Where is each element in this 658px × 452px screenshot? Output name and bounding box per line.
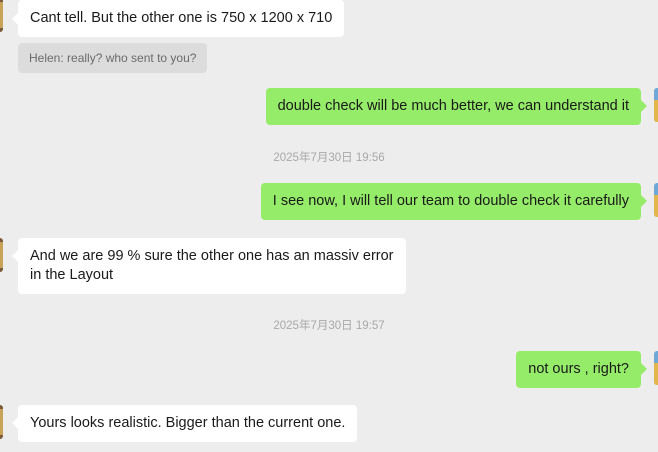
timestamp: 2025年7月30日 19:57	[273, 320, 385, 332]
quoted-message[interactable]: Helen: really? who sent to you?	[18, 43, 208, 73]
timestamp: 2025年7月30日 19:56	[273, 152, 385, 164]
message-bubble-incoming[interactable]: Cant tell. But the other one is 750 x 12…	[18, 0, 345, 37]
bubble-tail	[641, 195, 647, 207]
chat-window: Cant tell. But the other one is 750 x 12…	[0, 0, 658, 452]
contact-avatar-icon[interactable]	[0, 0, 3, 32]
bubble-tail	[641, 100, 647, 112]
message-bubble-outgoing[interactable]: not ours , right?	[516, 351, 641, 388]
message-bubble-incoming[interactable]: And we are 99 % sure the other one has a…	[18, 238, 406, 294]
contact-avatar-icon[interactable]	[0, 405, 3, 439]
message-bubble-outgoing[interactable]: double check will be much better, we can…	[265, 88, 641, 125]
self-avatar-icon[interactable]	[654, 351, 658, 385]
bubble-tail	[641, 363, 647, 375]
message-bubble-outgoing[interactable]: I see now, I will tell our team to doubl…	[260, 183, 641, 220]
contact-avatar-icon[interactable]	[0, 238, 3, 272]
self-avatar-icon[interactable]	[654, 183, 658, 217]
self-avatar-icon[interactable]	[654, 88, 658, 122]
message-bubble-incoming[interactable]: Yours looks realistic. Bigger than the c…	[18, 405, 358, 442]
